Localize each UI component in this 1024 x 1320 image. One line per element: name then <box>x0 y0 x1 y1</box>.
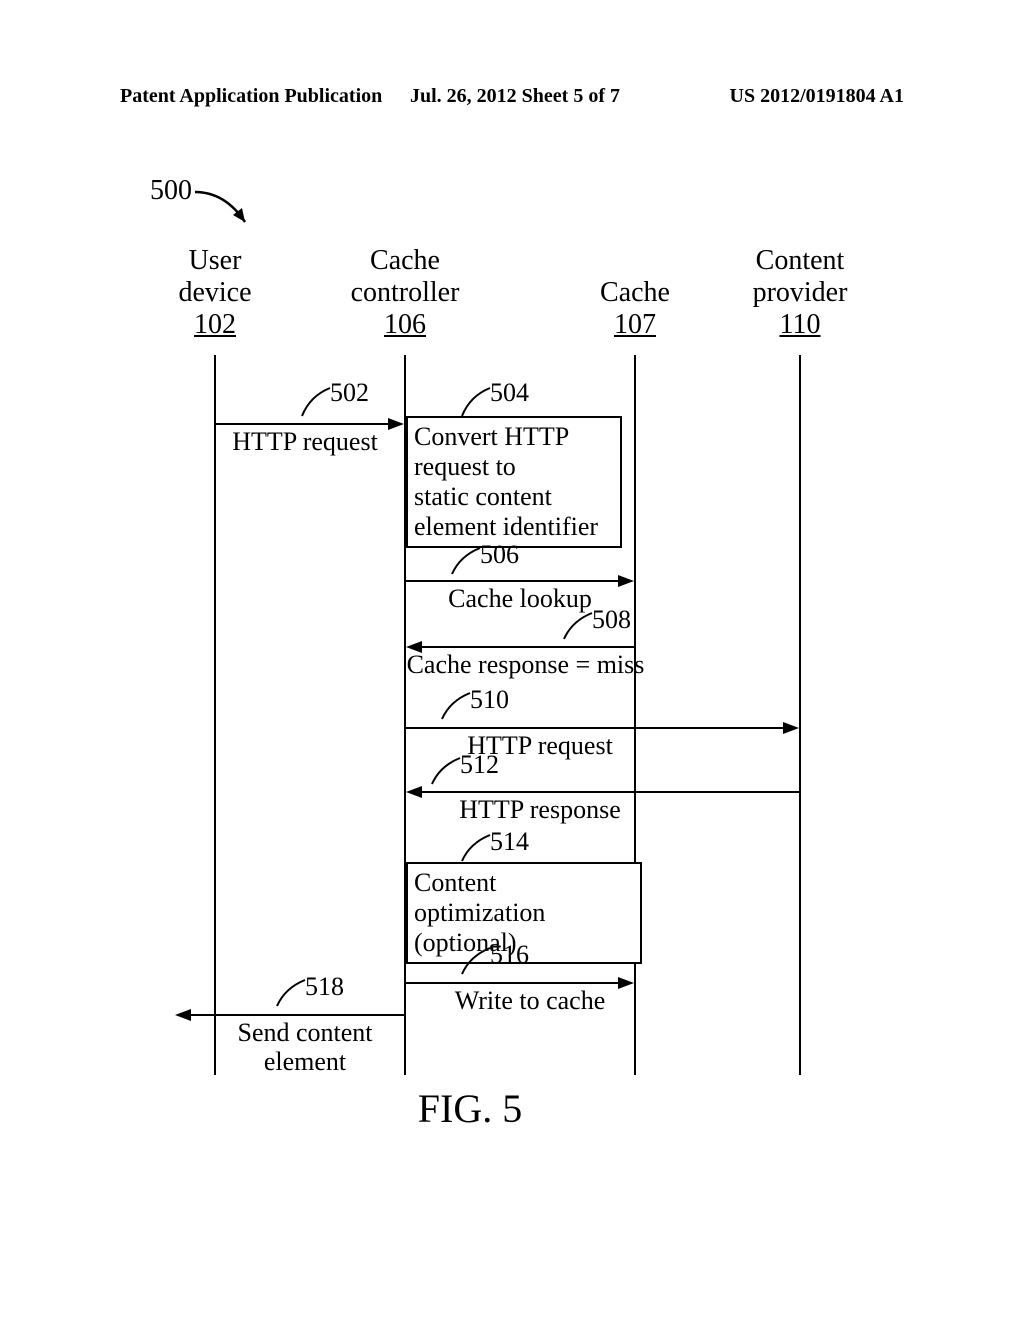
ref-516: 516 <box>490 940 529 970</box>
msg-516: Write to cache <box>440 987 620 1016</box>
lifeline-header-content-provider: Content provider 110 <box>740 245 860 342</box>
ref-506: 506 <box>480 540 519 570</box>
header-left: Patent Application Publication <box>120 85 382 108</box>
box-504-text: Convert HTTP request to static content e… <box>414 422 598 541</box>
ref-500-text: 500 <box>150 175 192 206</box>
ref-502: 502 <box>330 378 369 408</box>
lifeline-num: 102 <box>155 309 275 341</box>
msg-508: Cache response = miss <box>403 651 648 680</box>
diagram-ref-500: 500 <box>150 175 192 207</box>
box-504: Convert HTTP request to static content e… <box>406 416 622 548</box>
lifeline-name: Content provider <box>740 245 860 309</box>
lifeline-num: 106 <box>335 309 475 341</box>
lifeline-content-provider <box>799 355 801 1075</box>
ref-510: 510 <box>470 685 509 715</box>
sequence-diagram: 500 User device 102 Cache controller 106… <box>0 150 1024 1250</box>
ref-508: 508 <box>592 605 631 635</box>
lifeline-name: Cache <box>575 277 695 309</box>
ref-512: 512 <box>460 750 499 780</box>
msg-512: HTTP response <box>440 796 640 825</box>
msg-502: HTTP request <box>220 428 390 457</box>
lifeline-user-device <box>214 355 216 1075</box>
lifeline-header-cache: Cache 107 <box>575 277 695 341</box>
msg-506: Cache lookup <box>420 585 620 614</box>
lifeline-name: User device <box>155 245 275 309</box>
lifeline-header-cache-controller: Cache controller 106 <box>335 245 475 342</box>
lifeline-cache <box>634 355 636 1075</box>
msg-518: Send content element <box>225 1019 385 1076</box>
lifeline-num: 110 <box>740 309 860 341</box>
ref-514: 514 <box>490 827 529 857</box>
ref-504: 504 <box>490 378 529 408</box>
lifeline-name: Cache controller <box>335 245 475 309</box>
figure-caption: FIG. 5 <box>370 1085 570 1132</box>
header-center: Jul. 26, 2012 Sheet 5 of 7 <box>410 85 620 108</box>
lifeline-header-user-device: User device 102 <box>155 245 275 342</box>
header-right: US 2012/0191804 A1 <box>730 85 904 108</box>
ref-518: 518 <box>305 972 344 1002</box>
leader-arrow-icon <box>195 187 255 232</box>
page: Patent Application Publication Jul. 26, … <box>0 0 1024 1320</box>
lifeline-num: 107 <box>575 309 695 341</box>
